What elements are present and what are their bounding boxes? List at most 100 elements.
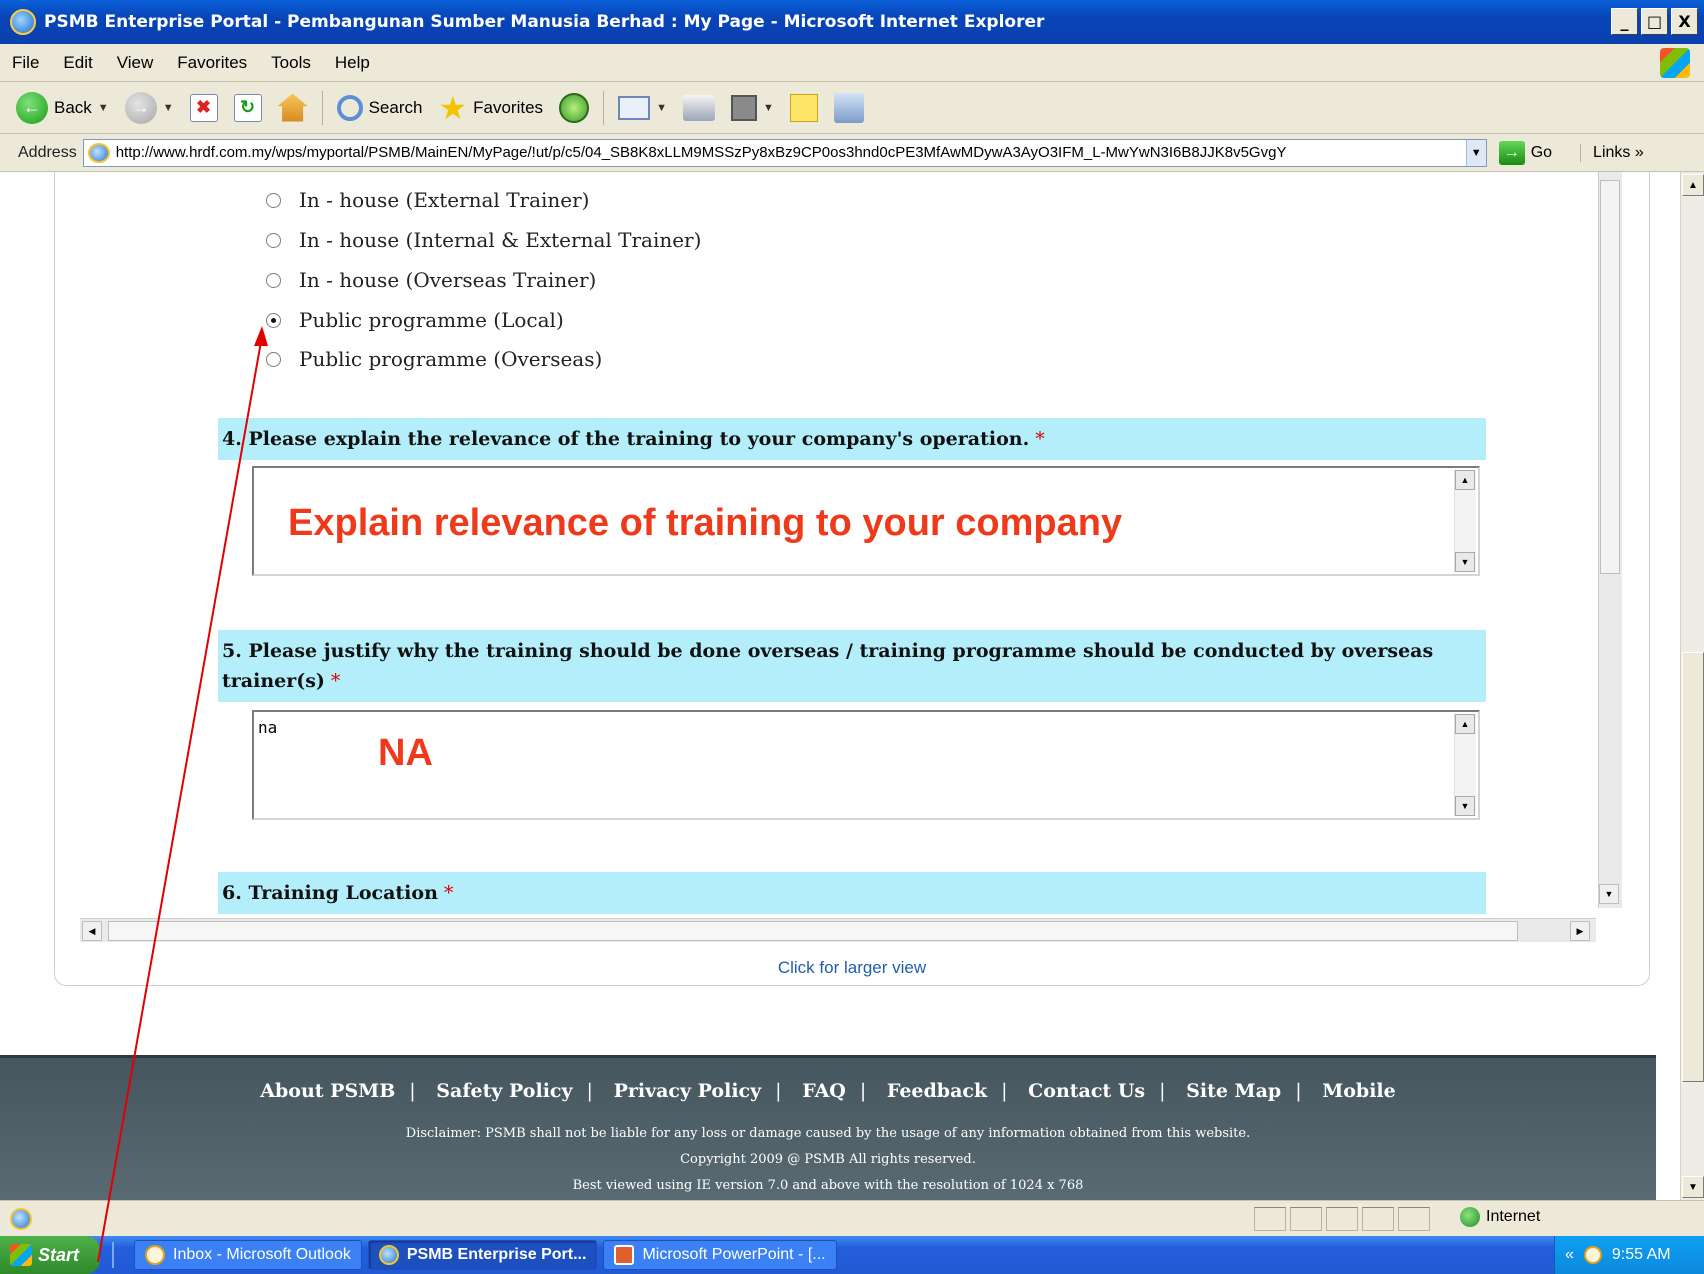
start-button[interactable]: Start: [0, 1236, 100, 1274]
scroll-right-icon[interactable]: ▶: [1570, 921, 1590, 941]
scroll-up-icon[interactable]: ▲: [1455, 470, 1475, 490]
menu-view[interactable]: View: [105, 53, 166, 73]
ie-icon: [378, 1245, 399, 1265]
menu-file[interactable]: File: [0, 53, 51, 73]
task-outlook[interactable]: Inbox - Microsoft Outlook: [134, 1240, 362, 1270]
minimize-button[interactable]: _: [1611, 8, 1638, 35]
radio-button[interactable]: [266, 232, 281, 248]
radio-label: In - house (Internal & External Trainer): [299, 228, 702, 252]
chevron-down-icon[interactable]: ▼: [763, 102, 774, 114]
frame-horizontal-scroll-thumb[interactable]: [108, 921, 1518, 941]
radio-option[interactable]: Public programme (Local): [266, 308, 564, 332]
maximize-button[interactable]: □: [1641, 8, 1668, 35]
question-5-textarea[interactable]: na ▲ ▼: [252, 710, 1480, 820]
larger-view-link[interactable]: Click for larger view: [0, 958, 1704, 978]
scroll-down-icon[interactable]: ▼: [1599, 884, 1619, 904]
printer-icon: [682, 94, 715, 121]
scroll-down-icon[interactable]: ▼: [1682, 1176, 1704, 1198]
clock: 9:55 AM: [1611, 1246, 1671, 1263]
search-label: Search: [368, 97, 423, 117]
question-5-text: 5. Please justify why the training shoul…: [222, 640, 1434, 692]
chevron-down-icon[interactable]: ▼: [98, 102, 109, 114]
quick-launch-divider: [112, 1242, 128, 1268]
status-bar: Internet: [0, 1200, 1704, 1236]
refresh-button[interactable]: ↻: [228, 88, 268, 128]
scroll-left-icon[interactable]: ◀: [82, 921, 102, 941]
title-bar: PSMB Enterprise Portal - Pembangunan Sum…: [0, 0, 1704, 44]
edit-button[interactable]: ▼: [725, 88, 780, 128]
textarea-scrollbar[interactable]: ▲ ▼: [1454, 470, 1476, 572]
page-status-icon: [10, 1207, 32, 1230]
menu-edit[interactable]: Edit: [51, 53, 104, 73]
home-button[interactable]: [272, 88, 314, 128]
menu-help[interactable]: Help: [323, 53, 382, 73]
textarea-scrollbar[interactable]: ▲ ▼: [1454, 714, 1476, 816]
print-button[interactable]: [677, 88, 721, 128]
radio-button[interactable]: [266, 351, 281, 367]
footer-link-safety[interactable]: Safety Policy: [424, 1080, 584, 1102]
footer-link-contact[interactable]: Contact Us: [1016, 1080, 1157, 1102]
footer-link-about[interactable]: About PSMB: [248, 1080, 407, 1102]
task-label: Inbox - Microsoft Outlook: [173, 1246, 351, 1263]
question-5-header: 5. Please justify why the training shoul…: [218, 630, 1486, 702]
tray-expand-button[interactable]: «: [1565, 1246, 1574, 1264]
radio-button-selected[interactable]: [266, 312, 281, 328]
page-vertical-scrollbar[interactable]: ▲ ▼: [1680, 172, 1704, 1200]
menu-favorites[interactable]: Favorites: [165, 53, 259, 73]
stop-icon: ✖: [189, 93, 218, 122]
menu-tools[interactable]: Tools: [259, 53, 323, 73]
links-button[interactable]: Links »: [1580, 143, 1644, 162]
stop-button[interactable]: ✖: [184, 88, 224, 128]
footer-link-privacy[interactable]: Privacy Policy: [602, 1080, 774, 1102]
home-icon: [277, 93, 308, 122]
address-dropdown-icon[interactable]: ▼: [1465, 139, 1486, 166]
radio-label: In - house (External Trainer): [299, 188, 590, 212]
close-button[interactable]: X: [1671, 8, 1698, 35]
scroll-up-icon[interactable]: ▲: [1455, 714, 1475, 734]
go-button[interactable]: → Go: [1498, 140, 1553, 165]
radio-label: Public programme (Local): [299, 308, 564, 332]
forward-button[interactable]: → ▼: [119, 88, 180, 128]
task-psmb-portal[interactable]: PSMB Enterprise Port...: [367, 1240, 598, 1270]
address-url[interactable]: http://www.hrdf.com.my/wps/myportal/PSMB…: [116, 144, 1456, 161]
address-input[interactable]: http://www.hrdf.com.my/wps/myportal/PSMB…: [82, 138, 1487, 167]
search-button[interactable]: Search: [331, 88, 429, 128]
chevron-down-icon[interactable]: ▼: [656, 102, 667, 114]
radio-option[interactable]: In - house (Overseas Trainer): [266, 268, 596, 292]
chevron-down-icon[interactable]: ▼: [163, 102, 174, 114]
radio-option[interactable]: Public programme (Overseas): [266, 347, 602, 371]
scroll-down-icon[interactable]: ▼: [1455, 552, 1475, 572]
footer-separator: |: [1159, 1080, 1166, 1102]
reminder-icon[interactable]: [1583, 1246, 1602, 1264]
radio-button[interactable]: [266, 192, 281, 208]
note-button[interactable]: [784, 88, 824, 128]
required-marker: *: [330, 670, 341, 692]
scroll-down-icon[interactable]: ▼: [1455, 796, 1475, 816]
outlook-icon: [145, 1245, 165, 1265]
research-button[interactable]: [828, 88, 870, 128]
search-icon: [336, 94, 363, 121]
page-scroll-thumb[interactable]: [1682, 652, 1704, 1082]
radio-option[interactable]: In - house (External Trainer): [266, 188, 590, 212]
task-powerpoint[interactable]: Microsoft PowerPoint - [...: [603, 1240, 837, 1270]
footer-link-feedback[interactable]: Feedback: [875, 1080, 999, 1102]
powerpoint-icon: [614, 1245, 635, 1265]
frame-horizontal-scrollbar[interactable]: ◀ ▶: [80, 918, 1596, 942]
history-button[interactable]: [553, 88, 595, 128]
favorites-button[interactable]: ★ Favorites: [432, 88, 549, 128]
go-label: Go: [1530, 143, 1553, 161]
site-footer: About PSMB | Safety Policy | Privacy Polic…: [0, 1055, 1656, 1200]
mail-button[interactable]: ▼: [612, 88, 673, 128]
radio-button[interactable]: [266, 272, 281, 288]
scroll-up-icon[interactable]: ▲: [1682, 174, 1704, 196]
go-arrow-icon: →: [1498, 140, 1525, 165]
back-button[interactable]: ← Back ▼: [10, 88, 115, 128]
radio-option[interactable]: In - house (Internal & External Trainer): [266, 228, 701, 252]
footer-link-sitemap[interactable]: Site Map: [1174, 1080, 1293, 1102]
footer-separator: |: [586, 1080, 593, 1102]
footer-best-viewed: Best viewed using IE version 7.0 and abo…: [572, 1178, 1084, 1193]
question-6-header: 6. Training Location *: [218, 872, 1486, 914]
footer-link-faq[interactable]: FAQ: [790, 1080, 858, 1102]
frame-vertical-scroll-thumb[interactable]: [1600, 180, 1620, 574]
footer-link-mobile[interactable]: Mobile: [1310, 1080, 1408, 1102]
